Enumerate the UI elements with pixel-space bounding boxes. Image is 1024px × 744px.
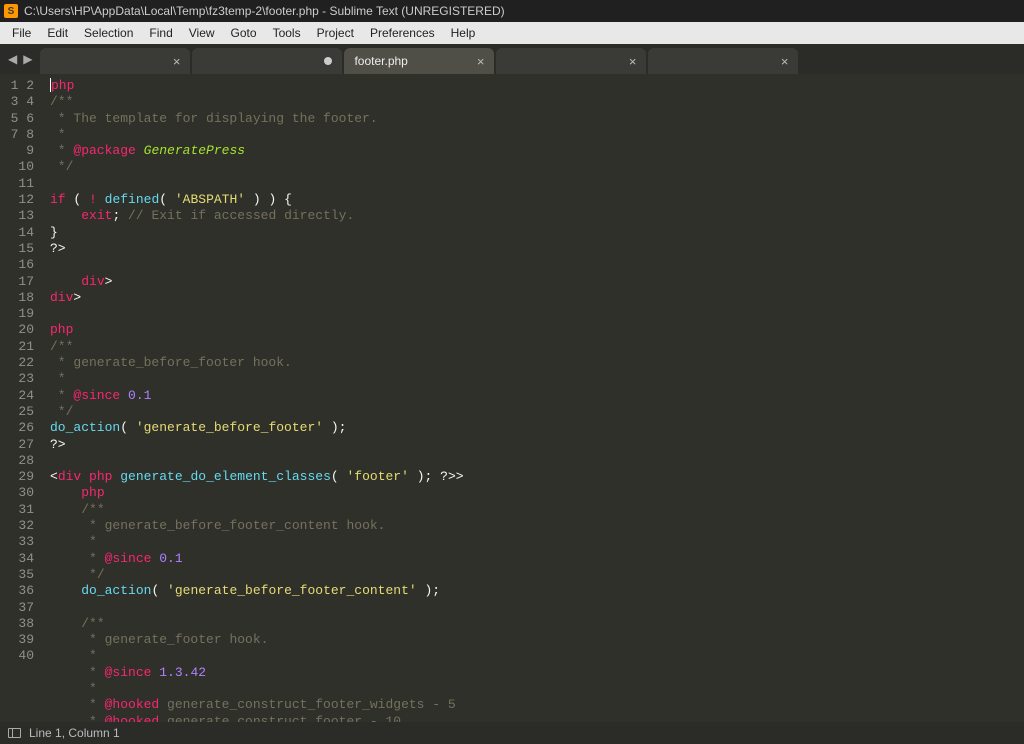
tab-strip: ◀ ▶ × footer.php × × × (0, 44, 1024, 74)
menu-file[interactable]: File (4, 24, 39, 42)
status-line-column: Line 1, Column 1 (29, 726, 120, 740)
menu-help[interactable]: Help (443, 24, 484, 42)
tab-1[interactable]: × (40, 48, 190, 74)
tab-label: footer.php (354, 54, 407, 68)
editor[interactable]: 1 2 3 4 5 6 7 8 9 10 11 12 13 14 15 16 1… (0, 74, 1024, 722)
close-icon[interactable]: × (781, 54, 789, 69)
menu-preferences[interactable]: Preferences (362, 24, 443, 42)
menu-find[interactable]: Find (141, 24, 180, 42)
history-forward-icon[interactable]: ▶ (23, 52, 32, 66)
tab-2[interactable] (192, 48, 342, 74)
history-back-icon[interactable]: ◀ (8, 52, 17, 66)
window-title: C:\Users\HP\AppData\Local\Temp\fz3temp-2… (24, 4, 505, 18)
close-icon[interactable]: × (629, 54, 637, 69)
menu-edit[interactable]: Edit (39, 24, 76, 42)
minimap[interactable] (984, 74, 1024, 722)
dirty-indicator-icon (324, 57, 332, 65)
panel-switcher-icon[interactable] (8, 728, 21, 738)
menu-goto[interactable]: Goto (223, 24, 265, 42)
app-icon: S (4, 4, 18, 18)
menu-view[interactable]: View (181, 24, 223, 42)
menu-tools[interactable]: Tools (265, 24, 309, 42)
tab-4[interactable]: × (496, 48, 646, 74)
menu-bar: File Edit Selection Find View Goto Tools… (0, 22, 1024, 44)
line-number-gutter: 1 2 3 4 5 6 7 8 9 10 11 12 13 14 15 16 1… (0, 74, 44, 722)
close-icon[interactable]: × (477, 54, 485, 69)
tab-footer-php[interactable]: footer.php × (344, 48, 494, 74)
status-bar: Line 1, Column 1 (0, 722, 1024, 744)
menu-project[interactable]: Project (309, 24, 362, 42)
menu-selection[interactable]: Selection (76, 24, 141, 42)
title-bar: S C:\Users\HP\AppData\Local\Temp\fz3temp… (0, 0, 1024, 22)
close-icon[interactable]: × (173, 54, 181, 69)
code-content[interactable]: php/** * The template for displaying the… (44, 74, 984, 722)
tab-5[interactable]: × (648, 48, 798, 74)
